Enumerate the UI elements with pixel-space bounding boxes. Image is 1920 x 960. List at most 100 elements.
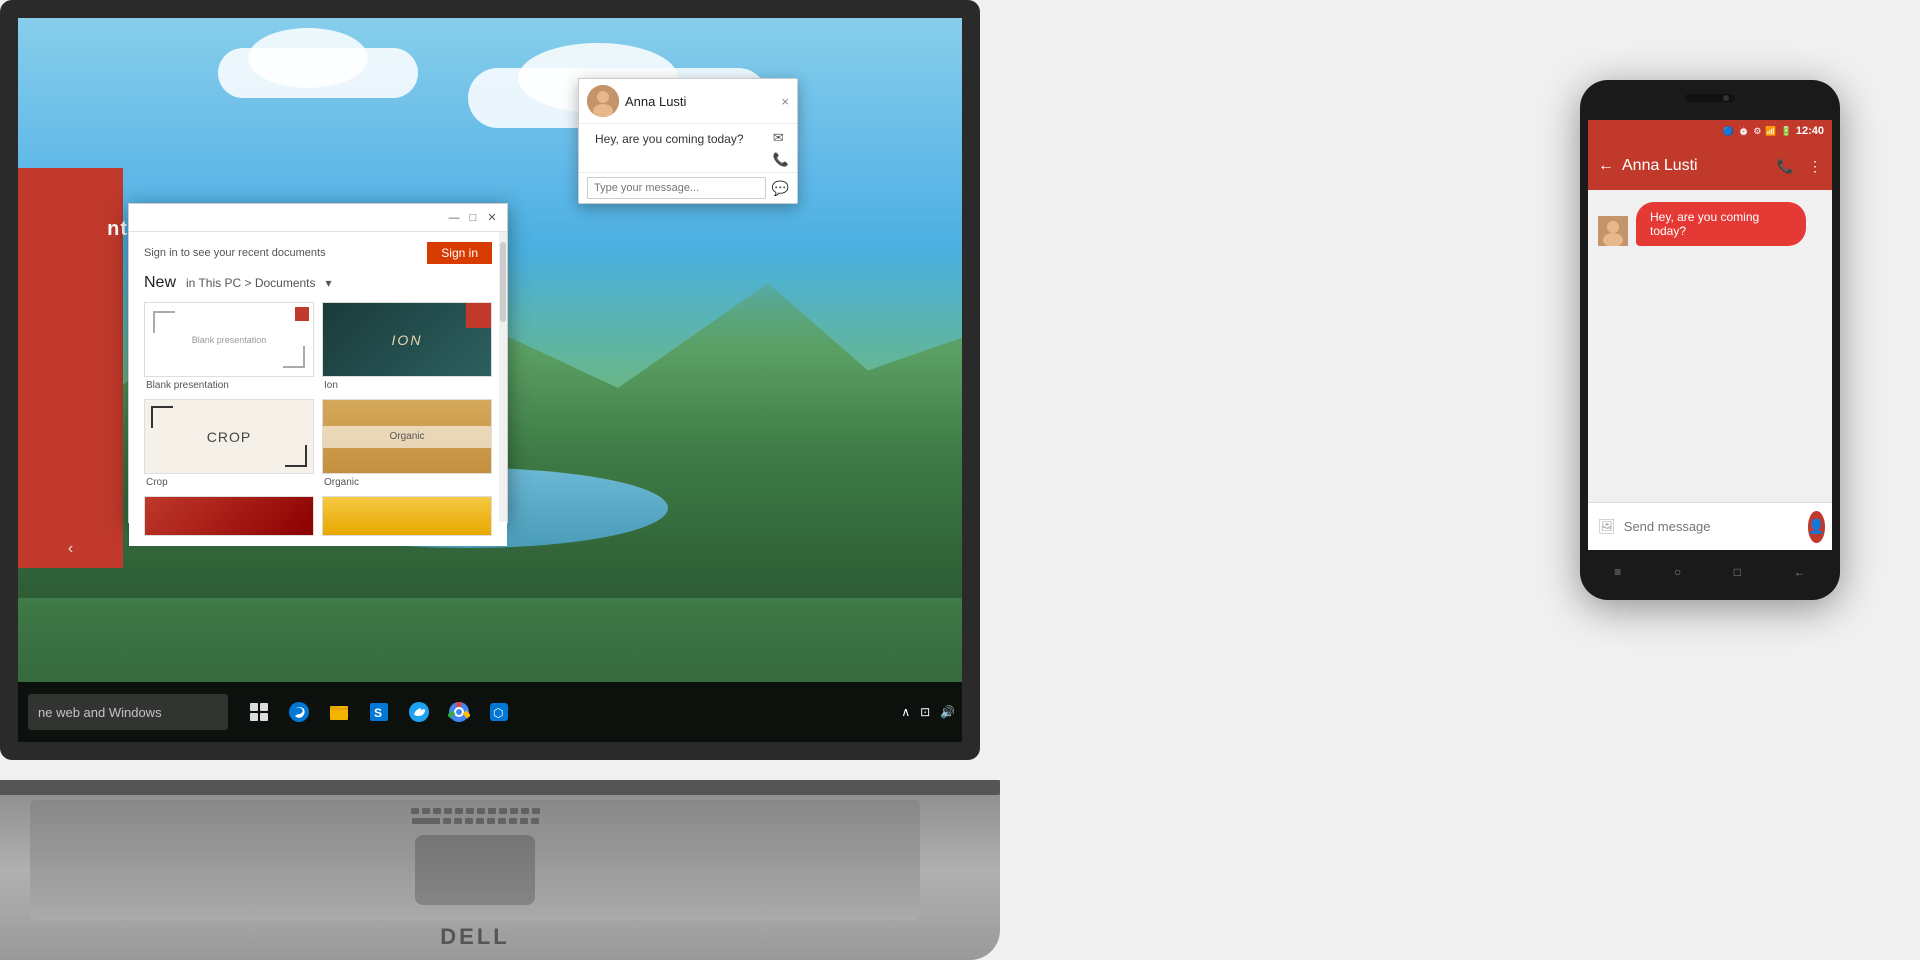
sidebar-collapse-chevron[interactable]: ‹ <box>68 540 73 558</box>
powerpoint-sidebar: nt ‹ <box>18 168 123 568</box>
new-label-text: New <box>144 274 176 292</box>
template-crop-label: Crop <box>144 477 314 488</box>
app-icon[interactable]: ⬡ <box>483 696 515 728</box>
template-yellow-thumb <box>322 496 492 536</box>
powerpoint-new-window: — □ ✕ Sign in to see your recent documen… <box>128 203 508 523</box>
phone-chat-header: ← Anna Lusti 📞 ⋮ <box>1588 142 1832 190</box>
phone-camera <box>1685 94 1735 102</box>
chat-email-icon[interactable]: ✉ <box>773 130 789 146</box>
phone-menu-button[interactable]: ≡ <box>1614 565 1621 579</box>
wifi-icon: 📶 <box>1765 126 1776 137</box>
send-icon: 👤 <box>1808 518 1825 535</box>
template-ion-thumb: ION <box>322 302 492 377</box>
chat-popup-header: Anna Lusti × <box>579 79 797 124</box>
maximize-button[interactable]: □ <box>466 211 480 225</box>
chat-message-row: Hey, are you coming today? <box>1598 202 1822 246</box>
chat-popup-avatar <box>587 85 619 117</box>
phone-clock: 12:40 <box>1796 125 1824 137</box>
bluetooth-icon: 🔵 <box>1723 126 1734 137</box>
close-button[interactable]: ✕ <box>485 211 499 225</box>
phone-send-button[interactable]: 👤 <box>1808 511 1825 543</box>
laptop-body: DELL <box>0 780 1000 960</box>
settings-icon: ⚙ <box>1753 126 1761 137</box>
laptop-hinge <box>0 780 1000 795</box>
chat-notification-popup: Anna Lusti × Hey, are you coming today? … <box>578 78 798 204</box>
chrome-icon[interactable] <box>443 696 475 728</box>
attachment-icon[interactable]: 🖼 <box>1598 518 1616 535</box>
svg-text:⬡: ⬡ <box>493 706 503 720</box>
signin-bar: Sign in to see your recent documents Sig… <box>144 242 492 264</box>
alarm-icon: ⏰ <box>1738 126 1749 137</box>
template-blank-label: Blank presentation <box>144 380 314 391</box>
message-sender-avatar <box>1598 216 1628 246</box>
ppt-scrollbar[interactable] <box>499 232 507 522</box>
minimize-button[interactable]: — <box>447 211 461 225</box>
system-tray: ∧ ⊡ 🔊 □ 11/5 <box>901 705 980 719</box>
chat-popup-close-button[interactable]: × <box>781 94 789 109</box>
ion-label: ION <box>392 332 423 348</box>
blank-red-corner <box>295 307 309 321</box>
blank-center-text: Blank presentation <box>192 335 267 345</box>
twitter-icon[interactable] <box>403 696 435 728</box>
chat-popup-message-input[interactable] <box>587 177 766 199</box>
file-explorer-icon[interactable] <box>323 696 355 728</box>
template-blank[interactable]: Blank presentation Blank presentation <box>144 302 314 391</box>
taskview-icon[interactable] <box>243 696 275 728</box>
phone-back-button[interactable]: ← <box>1598 157 1614 175</box>
ppt-scrollbar-thumb <box>500 242 506 322</box>
received-message-bubble: Hey, are you coming today? <box>1636 202 1806 246</box>
phone-more-button[interactable]: ⋮ <box>1808 158 1822 175</box>
location-dropdown-icon[interactable]: ▾ <box>326 276 332 290</box>
chat-popup-input-row: 💬 <box>579 172 797 203</box>
template-organic-label: Organic <box>322 477 492 488</box>
tray-arrow-icon: ∧ <box>901 705 910 719</box>
phone-bottom-nav: ≡ ○ □ ← <box>1588 558 1832 586</box>
organic-band: Organic <box>323 426 491 448</box>
dell-logo: DELL <box>440 924 509 950</box>
tray-action-icon: □ <box>965 705 972 719</box>
ppt-window-body: Sign in to see your recent documents Sig… <box>129 232 507 546</box>
edge-browser-icon[interactable] <box>283 696 315 728</box>
templates-grid: Blank presentation Blank presentation IO… <box>144 302 492 536</box>
store-icon[interactable]: S <box>363 696 395 728</box>
template-ion-label: Ion <box>322 380 492 391</box>
template-organic[interactable]: Organic Organic <box>322 399 492 488</box>
laptop: ne web and Windows <box>0 0 1100 960</box>
phone-message-input[interactable] <box>1624 519 1800 534</box>
phone-home-button[interactable]: ○ <box>1674 565 1681 579</box>
phone-recent-button[interactable]: □ <box>1734 565 1741 579</box>
tray-volume-icon: 🔊 <box>940 705 955 719</box>
laptop-touchpad[interactable] <box>415 835 535 905</box>
svg-text:S: S <box>374 706 382 720</box>
powerpoint-logo-text: nt <box>107 218 128 241</box>
chat-call-icon[interactable]: 📞 <box>773 152 789 168</box>
template-yellow-partial[interactable] <box>322 496 492 536</box>
chat-popup-contact-name: Anna Lusti <box>625 94 775 109</box>
phone-screen: 🔵 ⏰ ⚙ 📶 🔋 12:40 ← Anna Lusti 📞 ⋮ <box>1588 120 1832 550</box>
template-blank-thumb: Blank presentation <box>144 302 314 377</box>
battery-icon: 🔋 <box>1781 126 1792 137</box>
signin-button[interactable]: Sign in <box>427 242 492 264</box>
tray-network-icon: ⊡ <box>920 705 930 719</box>
phone-back-nav-button[interactable]: ← <box>1794 565 1806 579</box>
taskbar-search[interactable]: ne web and Windows <box>28 694 228 730</box>
chat-popup-message: Hey, are you coming today? <box>587 128 767 152</box>
android-phone: 🔵 ⏰ ⚙ 📶 🔋 12:40 ← Anna Lusti 📞 ⋮ <box>1580 80 1840 600</box>
ppt-titlebar: — □ ✕ <box>129 204 507 232</box>
new-document-label: New in This PC > Documents ▾ <box>144 274 492 292</box>
template-crop-thumb: CROP <box>144 399 314 474</box>
crop-label-text: CROP <box>207 429 251 445</box>
ion-red-corner <box>466 303 491 328</box>
template-crop[interactable]: CROP Crop <box>144 399 314 488</box>
laptop-bezel: ne web and Windows <box>0 0 980 760</box>
template-ion[interactable]: ION Ion <box>322 302 492 391</box>
chat-popup-send-icon[interactable]: 💬 <box>772 180 789 197</box>
template-red-partial[interactable] <box>144 496 314 536</box>
taskbar-icons: S <box>243 696 515 728</box>
template-organic-thumb: Organic <box>322 399 492 474</box>
taskbar-search-text: ne web and Windows <box>38 705 162 720</box>
organic-band-text: Organic <box>389 431 424 442</box>
phone-camera-lens <box>1723 95 1729 101</box>
phone-call-button[interactable]: 📞 <box>1777 158 1794 175</box>
phone-chat-messages: Hey, are you coming today? <box>1588 190 1832 502</box>
